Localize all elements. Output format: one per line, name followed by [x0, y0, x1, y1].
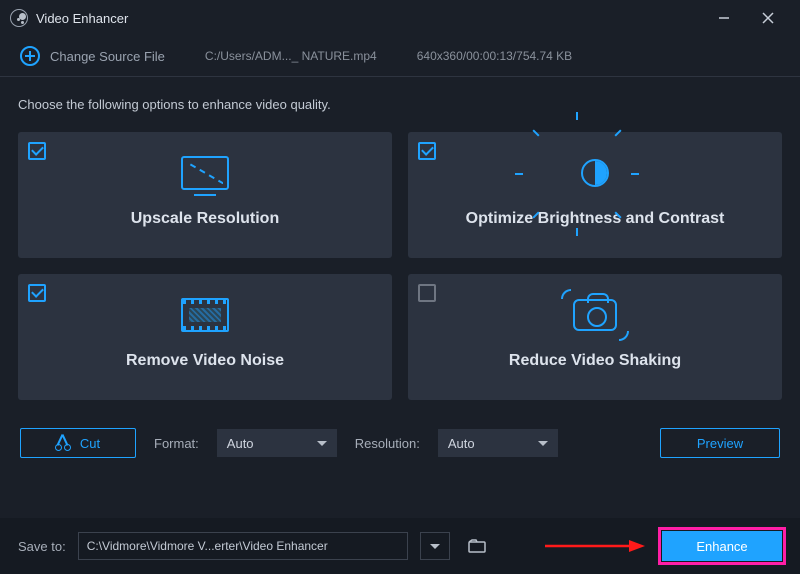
enhance-label: Enhance: [696, 539, 747, 554]
open-folder-button[interactable]: [462, 532, 492, 560]
change-source-button[interactable]: Change Source File: [20, 46, 165, 66]
option-reduce-shaking[interactable]: Reduce Video Shaking: [408, 274, 782, 400]
film-icon: [30, 284, 380, 346]
option-label: Reduce Video Shaking: [420, 352, 770, 370]
enhance-button[interactable]: Enhance: [662, 531, 782, 561]
option-remove-noise[interactable]: Remove Video Noise: [18, 274, 392, 400]
close-button[interactable]: [746, 4, 790, 32]
minimize-button[interactable]: [702, 4, 746, 32]
cut-button[interactable]: Cut: [20, 428, 136, 458]
resolution-label: Resolution:: [355, 436, 420, 451]
save-path-dropdown[interactable]: [420, 532, 450, 560]
scissors-icon: [56, 436, 70, 450]
monitor-icon: [30, 142, 380, 204]
caret-down-icon: [317, 441, 327, 446]
brightness-icon: [420, 142, 770, 204]
plus-circle-icon: [20, 46, 40, 66]
format-value: Auto: [227, 436, 254, 451]
resolution-value: Auto: [448, 436, 475, 451]
options-grid: Upscale Resolution Optimize Brightness a…: [18, 132, 782, 400]
save-to-label: Save to:: [18, 539, 66, 554]
format-select[interactable]: Auto: [217, 429, 337, 457]
option-label: Optimize Brightness and Contrast: [420, 210, 770, 228]
instruction-text: Choose the following options to enhance …: [18, 97, 782, 112]
format-label: Format:: [154, 436, 199, 451]
change-source-label: Change Source File: [50, 49, 165, 64]
resolution-select[interactable]: Auto: [438, 429, 558, 457]
option-optimize-brightness[interactable]: Optimize Brightness and Contrast: [408, 132, 782, 258]
titlebar: Video Enhancer: [0, 0, 800, 36]
controls-row: Cut Format: Auto Resolution: Auto Previe…: [18, 428, 782, 458]
option-label: Upscale Resolution: [30, 210, 380, 228]
source-meta: 640x360/00:00:13/754.74 KB: [417, 49, 572, 63]
save-path-display: C:\Vidmore\Vidmore V...erter\Video Enhan…: [78, 532, 408, 560]
caret-down-icon: [430, 544, 440, 549]
preview-label: Preview: [697, 436, 743, 451]
checkbox-brightness[interactable]: [418, 142, 436, 160]
checkbox-deshake[interactable]: [418, 284, 436, 302]
source-bar: Change Source File C:/Users/ADM..._ NATU…: [0, 36, 800, 76]
preview-button[interactable]: Preview: [660, 428, 780, 458]
caret-down-icon: [538, 441, 548, 446]
option-upscale-resolution[interactable]: Upscale Resolution: [18, 132, 392, 258]
main-panel: Choose the following options to enhance …: [0, 77, 800, 458]
window-title: Video Enhancer: [36, 11, 702, 26]
option-label: Remove Video Noise: [30, 352, 380, 370]
app-logo-icon: [10, 9, 28, 27]
camera-shake-icon: [420, 284, 770, 346]
cut-label: Cut: [80, 436, 100, 451]
source-path: C:/Users/ADM..._ NATURE.mp4: [205, 49, 377, 63]
checkbox-denoise[interactable]: [28, 284, 46, 302]
checkbox-upscale[interactable]: [28, 142, 46, 160]
